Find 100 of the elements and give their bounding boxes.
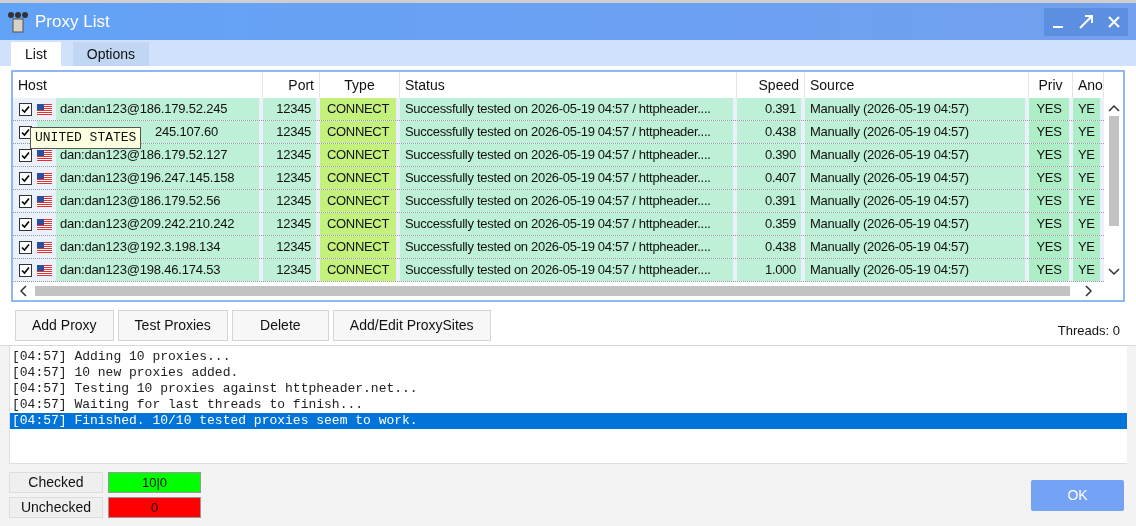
table-row[interactable]: dan:dan123@198.46.174.53 12345 CONNECT Successfully tested on 2026-05-19 04:57 / httpheader.... 1.000 Manually (2026-05-19 04:57) YES YE: [13, 259, 1104, 282]
table-cell: YE: [1073, 259, 1100, 281]
table-cell: 12345: [263, 98, 316, 120]
log-line[interactable]: [04:57] Adding 10 proxies...: [10, 349, 1127, 365]
flag-icon: [37, 241, 52, 253]
table-cell: CONNECT: [320, 190, 396, 212]
table-cell: 1.000: [737, 259, 801, 281]
table-cell: dan:dan123@209.242.210.242: [56, 213, 259, 235]
table-cell: YES: [1029, 121, 1069, 143]
table-cell: 12345: [263, 144, 316, 166]
row-checkbox[interactable]: [18, 148, 32, 162]
table-cell: 0.359: [737, 213, 801, 235]
table-cell: dan:dan123@186.179.52.56: [56, 190, 259, 212]
log-line[interactable]: [04:57] Waiting for last threads to finish...: [10, 397, 1127, 413]
table-cell: YES: [1029, 213, 1069, 235]
row-checkbox[interactable]: [18, 102, 32, 116]
flag-icon: [37, 149, 52, 161]
counter-value: 10|0: [108, 472, 201, 493]
minimize-icon: [1053, 25, 1063, 28]
table-cell: YES: [1029, 259, 1069, 281]
table-cell: Manually (2026-05-19 04:57): [805, 167, 1025, 189]
table-cell: Manually (2026-05-19 04:57): [805, 213, 1025, 235]
tab[interactable]: Options: [72, 42, 150, 66]
table-cell: 12345: [263, 190, 316, 212]
toolbar-button[interactable]: Add Proxy: [15, 310, 114, 341]
table-cell: Successfully tested on 2026-05-19 04:57 / httpheader....: [400, 98, 733, 120]
table-cell: Successfully tested on 2026-05-19 04:57 / httpheader....: [400, 213, 733, 235]
log-line[interactable]: [04:57] 10 new proxies added.: [10, 365, 1127, 381]
table-cell: YE: [1073, 213, 1100, 235]
table-cell: YE: [1073, 236, 1100, 258]
table-cell: YE: [1073, 167, 1100, 189]
threads-label: Threads: 0: [1057, 321, 1120, 340]
table-cell: YES: [1029, 98, 1069, 120]
row-checkbox[interactable]: [18, 171, 32, 185]
table-cell: YE: [1073, 190, 1100, 212]
tab[interactable]: List: [11, 42, 61, 66]
table-cell: CONNECT: [320, 259, 396, 281]
table-cell: YES: [1029, 144, 1069, 166]
table-cell: YES: [1029, 236, 1069, 258]
table-cell: Manually (2026-05-19 04:57): [805, 121, 1025, 143]
table-cell: YES: [1029, 190, 1069, 212]
counter-label: Checked: [9, 472, 103, 493]
flag-icon: [37, 195, 52, 207]
flag-icon: [37, 172, 52, 184]
table-cell: 0.391: [737, 190, 801, 212]
table-cell: 0.438: [737, 121, 801, 143]
flag-icon: [37, 264, 52, 276]
flag-icon: [37, 103, 52, 115]
table-cell: Successfully tested on 2026-05-19 04:57 / httpheader....: [400, 144, 733, 166]
table-cell: CONNECT: [320, 213, 396, 235]
table-row[interactable]: dan:dan123@209.242.210.242 12345 CONNECT Successfully tested on 2026-05-19 04:57 / httpheader.... 0.359 Manually (2026-05-19 04:57) YES YE: [13, 213, 1104, 236]
table-row[interactable]: dan:dan123@186.179.52.56 12345 CONNECT Successfully tested on 2026-05-19 04:57 / httpheader.... 0.391 Manually (2026-05-19 04:57) YES YE: [13, 190, 1104, 213]
table-cell: CONNECT: [320, 144, 396, 166]
table-cell: 0.390: [737, 144, 801, 166]
log-line[interactable]: [04:57] Testing 10 proxies against httpheader.net...: [10, 381, 1127, 397]
table-cell: dan:dan123@196.247.145.158: [56, 167, 259, 189]
table-cell: 0.407: [737, 167, 801, 189]
table-row[interactable]: dan:dan123@186.179.52.127 12345 CONNECT Successfully tested on 2026-05-19 04:57 / httpheader.... 0.390 Manually (2026-05-19 04:57) YES YE: [13, 144, 1104, 167]
table-cell: dan:dan123@198.46.174.53: [56, 259, 259, 281]
table-cell: CONNECT: [320, 98, 396, 120]
counter-label: Unchecked: [9, 497, 103, 518]
table-row[interactable]: dan:dan123@192.3.198.134 12345 CONNECT Successfully tested on 2026-05-19 04:57 / httpheader.... 0.438 Manually (2026-05-19 04:57) YES YE: [13, 236, 1104, 259]
table-cell: YES: [1029, 167, 1069, 189]
table-cell: CONNECT: [320, 121, 396, 143]
app-icon: [7, 10, 29, 33]
table-cell: 12345: [263, 121, 316, 143]
table-cell: Manually (2026-05-19 04:57): [805, 259, 1025, 281]
row-checkbox[interactable]: [18, 240, 32, 254]
table-cell: YE: [1073, 98, 1100, 120]
table-cell: Manually (2026-05-19 04:57): [805, 144, 1025, 166]
tooltip: UNITED STATES: [30, 127, 142, 149]
table-cell: Manually (2026-05-19 04:57): [805, 236, 1025, 258]
table-cell: Manually (2026-05-19 04:57): [805, 190, 1025, 212]
toolbar-button[interactable]: Test Proxies: [117, 310, 228, 341]
table-cell: 12345: [263, 167, 316, 189]
table-row[interactable]: dan:dan123@196.247.145.158 12345 CONNECT Successfully tested on 2026-05-19 04:57 / httpheader.... 0.407 Manually (2026-05-19 04:57) YES YE: [13, 167, 1104, 190]
row-checkbox[interactable]: [18, 217, 32, 231]
table-cell: CONNECT: [320, 167, 396, 189]
close-icon: [1108, 15, 1120, 28]
table-cell: Successfully tested on 2026-05-19 04:57 / httpheader....: [400, 167, 733, 189]
flag-icon: [37, 218, 52, 230]
row-checkbox[interactable]: [18, 194, 32, 208]
table-cell: 0.438: [737, 236, 801, 258]
table-cell: dan:dan123@192.3.198.134: [56, 236, 259, 258]
counter-value: 0: [108, 497, 201, 518]
table-cell: YE: [1073, 121, 1100, 143]
table-cell: 0.391: [737, 98, 801, 120]
diagonal-arrow-icon: [1079, 14, 1093, 29]
table-cell: 12345: [263, 213, 316, 235]
table-cell: Successfully tested on 2026-05-19 04:57 / httpheader....: [400, 259, 733, 281]
table-row[interactable]: dan:dan123@186.179.52.245 12345 CONNECT Successfully tested on 2026-05-19 04:57 / httpheader.... 0.391 Manually (2026-05-19 04:57) YES YE: [13, 98, 1104, 121]
window-title: Proxy List: [35, 10, 110, 33]
table-cell: Successfully tested on 2026-05-19 04:57 / httpheader....: [400, 121, 733, 143]
toolbar-button[interactable]: Delete: [231, 310, 329, 341]
table-cell: Manually (2026-05-19 04:57): [805, 98, 1025, 120]
table-cell: Successfully tested on 2026-05-19 04:57 / httpheader....: [400, 190, 733, 212]
row-checkbox[interactable]: [18, 263, 32, 277]
table-cell: 12345: [263, 259, 316, 281]
table-cell: 12345: [263, 236, 316, 258]
toolbar-button[interactable]: Add/Edit ProxySites: [332, 310, 491, 341]
